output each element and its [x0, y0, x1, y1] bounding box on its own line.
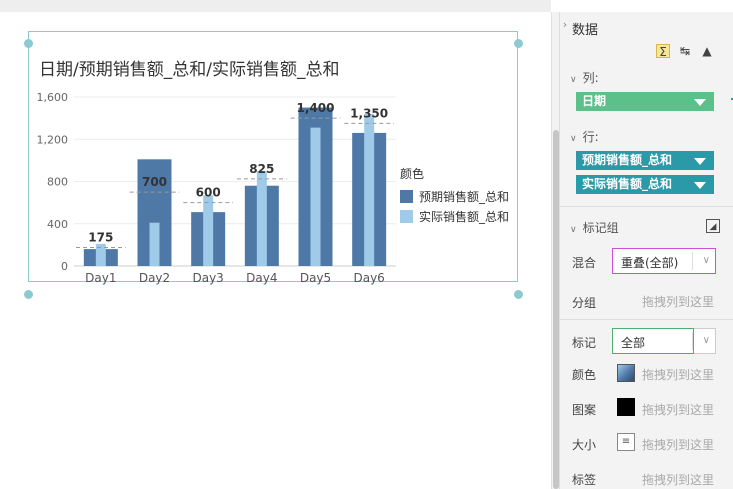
chevron-down-icon: ∨: [570, 225, 577, 235]
group-drop-zone[interactable]: 拖拽列到这里: [642, 293, 714, 310]
tag-drop-zone[interactable]: 拖拽列到这里: [642, 471, 714, 488]
data-label: 600: [196, 186, 221, 200]
data-label: 175: [88, 231, 113, 245]
blend-label: 混合: [572, 256, 597, 270]
data-panel: › 数据 Σ ↹ ▲ ∨ 列: 日期 ∨ 行: 预期销售额_总和 实际销售额_总和 …: [559, 12, 733, 489]
color-label: 颜色: [572, 368, 597, 382]
chart-title: 日期/预期销售额_总和/实际销售额_总和: [39, 60, 340, 80]
pattern-drop-zone[interactable]: 拖拽列到这里: [642, 401, 714, 418]
x-tick-label: Day5: [300, 271, 331, 285]
rows-pill-expected[interactable]: 预期销售额_总和: [576, 151, 714, 170]
eraser-icon[interactable]: ▲: [700, 44, 714, 58]
chevron-down-icon[interactable]: ∨: [703, 255, 710, 266]
marks-settings-icon[interactable]: ◢: [706, 219, 720, 233]
chevron-down-icon: ∨: [570, 75, 577, 85]
color-drop-zone[interactable]: 拖拽列到这里: [642, 366, 714, 383]
data-label: 1,350: [350, 106, 388, 120]
columns-pill-date[interactable]: 日期: [576, 92, 714, 111]
group-label: 分组: [572, 296, 597, 310]
canvas-scrollbar[interactable]: [551, 12, 559, 489]
mark-select-focus-ring: [612, 328, 694, 354]
legend-swatch-actual: [400, 209, 413, 223]
legend-label-expected: 预期销售额_总和: [419, 189, 510, 204]
panel-divider: [560, 206, 733, 207]
legend-item-expected[interactable]: 预期销售额_总和: [400, 186, 509, 206]
rows-pill-actual[interactable]: 实际销售额_总和: [576, 175, 714, 194]
data-label: 825: [249, 162, 274, 176]
data-label: 1,400: [297, 101, 335, 115]
bar-actual[interactable]: [364, 113, 375, 267]
rows-pill-expected-label: 预期销售额_总和: [582, 153, 673, 167]
x-tick-label: Day6: [353, 271, 384, 285]
mark-label: 标记: [572, 336, 597, 350]
pill-dropdown-icon[interactable]: [694, 182, 706, 189]
legend-title: 颜色: [400, 167, 425, 181]
size-label: 大小: [572, 438, 597, 452]
x-tick-label: Day4: [246, 271, 277, 285]
select-separator: [692, 252, 693, 270]
bar-actual[interactable]: [310, 127, 321, 266]
pattern-label: 图案: [572, 403, 597, 417]
legend-swatch-expected: [400, 189, 413, 203]
legend-label-actual: 实际销售额_总和: [419, 209, 510, 224]
columns-label: 列:: [582, 71, 599, 85]
legend-item-actual[interactable]: 实际销售额_总和: [400, 206, 509, 226]
y-tick-label: 0: [61, 260, 68, 273]
size-slider-icon[interactable]: ≡: [617, 433, 635, 451]
panel-divider: [560, 319, 733, 320]
sigma-icon[interactable]: Σ: [656, 44, 670, 59]
pattern-swatch-icon[interactable]: [617, 398, 635, 416]
pill-dropdown-icon[interactable]: [694, 99, 706, 106]
chevron-down-icon: ∨: [570, 134, 577, 144]
bar-actual[interactable]: [203, 195, 214, 266]
x-tick-label: Day2: [139, 271, 170, 285]
y-tick-label: 800: [47, 176, 68, 189]
pill-dropdown-icon[interactable]: [694, 158, 706, 165]
rows-label: 行:: [582, 130, 599, 144]
tag-label: 标签: [572, 473, 597, 487]
y-tick-label: 1,600: [37, 91, 69, 104]
color-swatch-icon[interactable]: [617, 364, 635, 382]
marks-group-section[interactable]: ∨ 标记组: [570, 219, 619, 236]
marks-group-label: 标记组: [582, 221, 619, 235]
columns-pill-label: 日期: [582, 94, 607, 108]
top-strip: [0, 0, 551, 12]
blend-select-value: 重叠(全部): [621, 256, 679, 270]
x-tick-label: Day1: [85, 271, 116, 285]
blend-select[interactable]: 重叠(全部) ∨: [612, 248, 716, 274]
data-label: 700: [142, 175, 167, 189]
rows-pill-actual-label: 实际销售额_总和: [582, 177, 673, 191]
y-tick-label: 1,200: [37, 133, 69, 146]
axis-swap-icon[interactable]: ↹: [678, 44, 692, 58]
bar-actual[interactable]: [256, 170, 267, 266]
size-drop-zone[interactable]: 拖拽列到这里: [642, 436, 714, 453]
chevron-down-icon[interactable]: ∨: [703, 335, 710, 346]
chart-legend: 颜色 预期销售额_总和 实际销售额_总和: [400, 165, 509, 226]
resize-handle-top-left[interactable]: [24, 39, 33, 48]
rows-section[interactable]: ∨ 行:: [570, 128, 599, 145]
collapse-panel-icon[interactable]: ›: [560, 18, 570, 32]
resize-handle-top-right[interactable]: [514, 39, 523, 48]
panel-title: 数据: [572, 23, 599, 38]
columns-section[interactable]: ∨ 列:: [570, 69, 599, 86]
y-tick-label: 400: [47, 218, 68, 231]
x-tick-label: Day3: [192, 271, 223, 285]
bar-actual[interactable]: [149, 222, 160, 266]
